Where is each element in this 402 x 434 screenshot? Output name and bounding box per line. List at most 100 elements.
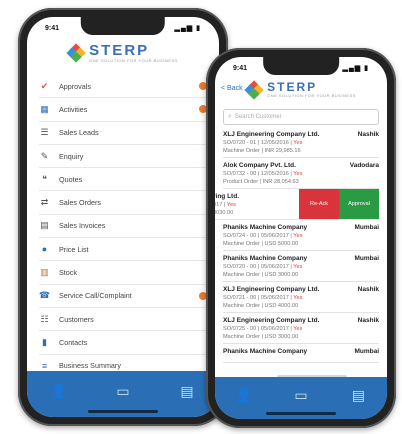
order-meta: 017 | — [215, 202, 226, 208]
brand-name: STERP — [267, 80, 318, 94]
company-name: Alok Company Pvt. Ltd. — [223, 162, 296, 169]
company-name: Phaniks Machine Company — [223, 224, 308, 231]
menu-item-label: Business Summary — [59, 361, 121, 371]
leads-icon: ☰ — [40, 127, 49, 138]
company-name: XLJ Engineering Company Ltd. — [223, 317, 320, 324]
search-input[interactable]: ⌕ Search Customer — [223, 109, 379, 125]
menu-item-stock[interactable]: ▥ Stock — [39, 261, 207, 285]
phone-list: 9:41 ▂▄▆ ▮ STERP ONE SOLUTION FOR YOUR B… — [206, 48, 396, 428]
order-card[interactable]: XLJ Engineering Company Ltd. Nashik SO/072… — [223, 282, 379, 313]
order-status: Yes — [293, 140, 303, 146]
menu-item-service-call-complaint[interactable]: ☎ Service Call/Complaint — [39, 285, 207, 308]
order-meta: SO/0732 - 00 | 12/05/2016 | — [223, 171, 294, 177]
brand-name: STERP — [89, 42, 150, 59]
order-card[interactable]: Phaniks Machine Company Mumbai SO/0720 - 0… — [223, 251, 379, 282]
logo-mark-icon — [244, 79, 264, 100]
signal-icon: ▂▄▆ ▮ — [174, 25, 201, 32]
menu-item-sales-orders[interactable]: ⇄ Sales Orders — [39, 191, 207, 215]
order-card[interactable]: XLJ Engineering Company Ltd. Nashik SO/072… — [223, 127, 379, 158]
city-name: Nashik — [357, 286, 379, 293]
search-placeholder: Search Customer — [234, 114, 282, 120]
order-status: Yes — [293, 326, 303, 332]
order-amount: Machine Order | INR 29,985.16 — [223, 148, 301, 154]
menu-item-price-list[interactable]: ● Price List — [39, 238, 207, 262]
brand-logo: STERP ONE SOLUTION FOR YOUR BUSINESS — [27, 39, 219, 63]
company-name: ring Ltd. — [215, 193, 239, 200]
menu-item-enquiry[interactable]: ✎ Enquiry — [39, 145, 207, 169]
chart-icon[interactable]: ▤ — [348, 385, 368, 405]
chart-icon[interactable]: ▤ — [177, 381, 197, 401]
menu-screen: 9:41 ▂▄▆ ▮ STERP ONE SOLUTION FOR YOUR B… — [27, 17, 219, 417]
contacts-icon: ▮ — [42, 336, 47, 347]
approval-icon: ✔ — [40, 80, 49, 91]
company-name: XLJ Engineering Company Ltd. — [223, 286, 320, 293]
order-meta: SO/0725 - 00 | 05/06/2017 | — [223, 326, 294, 332]
order-card[interactable]: Alok Company Pvt. Ltd. Vadodara SO/0732 - … — [223, 158, 379, 189]
user-icon[interactable]: 👤 — [49, 381, 69, 401]
order-amount: Machine Order | USD 4000.00 — [223, 303, 299, 309]
menu-item-label: Contacts — [59, 337, 88, 347]
city-name: Nashik — [357, 317, 379, 324]
phone-menu: 9:41 ▂▄▆ ▮ STERP ONE SOLUTION FOR YOUR B… — [18, 8, 228, 426]
notch — [80, 17, 166, 35]
summary-icon: ≡ — [41, 360, 48, 371]
menu-item-label: Stock — [59, 268, 77, 278]
menu-item-approvals[interactable]: ✔ Approvals — [39, 75, 207, 99]
menu-item-label: Sales Leads — [59, 128, 99, 138]
order-status: Yes — [293, 295, 303, 301]
order-amount: Machine Order | USD 3000.00 — [223, 334, 299, 340]
sales-order-icon: ⇄ — [40, 197, 49, 208]
order-card[interactable]: Phaniks Machine Company Mumbai — [223, 344, 379, 363]
home-indicator — [88, 410, 158, 413]
status-time: 9:41 — [45, 24, 60, 32]
order-card[interactable]: XLJ Engineering Company Ltd. Nashik SO/072… — [223, 313, 379, 344]
order-amount: Product Order | INR 28,054.63 — [223, 179, 299, 185]
invoice-icon: ▤ — [40, 220, 49, 231]
order-card[interactable]: ring Ltd.Nashik017 | Yes3030.00Re-AckApp… — [215, 189, 379, 220]
menu-item-activities[interactable]: ▦ Activities — [39, 98, 207, 122]
company-name: Phaniks Machine Company — [223, 348, 308, 355]
menu-item-sales-leads[interactable]: ☰ Sales Leads — [39, 122, 207, 145]
calendar-icon: ▦ — [40, 103, 49, 114]
approval-button[interactable]: Approval — [339, 189, 379, 219]
brand-tagline: ONE SOLUTION FOR YOUR BUSINESS — [89, 58, 178, 63]
menu-item-label: Quotes — [59, 174, 83, 184]
city-name: Mumbai — [354, 348, 379, 355]
document-icon[interactable]: ▭ — [291, 385, 311, 405]
order-status: Yes — [226, 202, 236, 208]
city-name: Nashik — [357, 131, 379, 138]
order-status: Yes — [293, 171, 303, 177]
menu-item-label: Customers — [59, 314, 94, 324]
logo-mark-icon — [66, 43, 86, 63]
order-meta: SO/0721 - 00 | 05/06/2017 | — [223, 295, 294, 301]
customers-icon: ☷ — [40, 313, 49, 324]
document-icon[interactable]: ▭ — [113, 381, 133, 401]
order-list: XLJ Engineering Company Ltd. Nashik SO/072… — [215, 127, 387, 363]
menu-item-contacts[interactable]: ▮ Contacts — [39, 331, 207, 355]
main-menu: ✔ Approvals ▦ Activities ☰ Sales Leads ✎ Enquir… — [27, 75, 219, 402]
list-screen: 9:41 ▂▄▆ ▮ STERP ONE SOLUTION FOR YOUR B… — [215, 57, 387, 419]
quote-icon: ❝ — [42, 173, 47, 184]
order-amount: Machine Order | USD 5000.00 — [223, 241, 299, 247]
company-name: XLJ Engineering Company Ltd. — [223, 131, 320, 138]
menu-item-label: Service Call/Complaint — [59, 291, 132, 301]
order-amount: Machine Order | USD 3000.00 — [223, 272, 299, 278]
user-icon[interactable]: 👤 — [234, 385, 254, 405]
order-card[interactable]: Phaniks Machine Company Mumbai SO/0724 - 0… — [223, 220, 379, 251]
menu-item-label: Sales Orders — [59, 198, 101, 208]
price-list-icon: ● — [41, 244, 48, 255]
reack-button[interactable]: Re-Ack — [299, 189, 339, 219]
company-name: Phaniks Machine Company — [223, 255, 308, 262]
order-status: Yes — [293, 264, 303, 270]
menu-item-label: Enquiry — [59, 151, 84, 161]
menu-item-customers[interactable]: ☷ Customers — [39, 308, 207, 332]
city-name: Vadodara — [349, 162, 379, 169]
menu-item-quotes[interactable]: ❝ Quotes — [39, 168, 207, 192]
back-button[interactable]: < Back — [221, 85, 243, 92]
order-meta: SO/0720 - 01 | 12/05/2016 | — [223, 140, 294, 146]
enquiry-icon: ✎ — [40, 150, 49, 161]
signal-icon: ▂▄▆ ▮ — [342, 65, 369, 72]
menu-item-label: Sales Invoices — [59, 221, 106, 231]
menu-item-sales-invoices[interactable]: ▤ Sales Invoices — [39, 215, 207, 239]
order-meta: SO/0720 - 00 | 05/06/2017 | — [223, 264, 294, 270]
